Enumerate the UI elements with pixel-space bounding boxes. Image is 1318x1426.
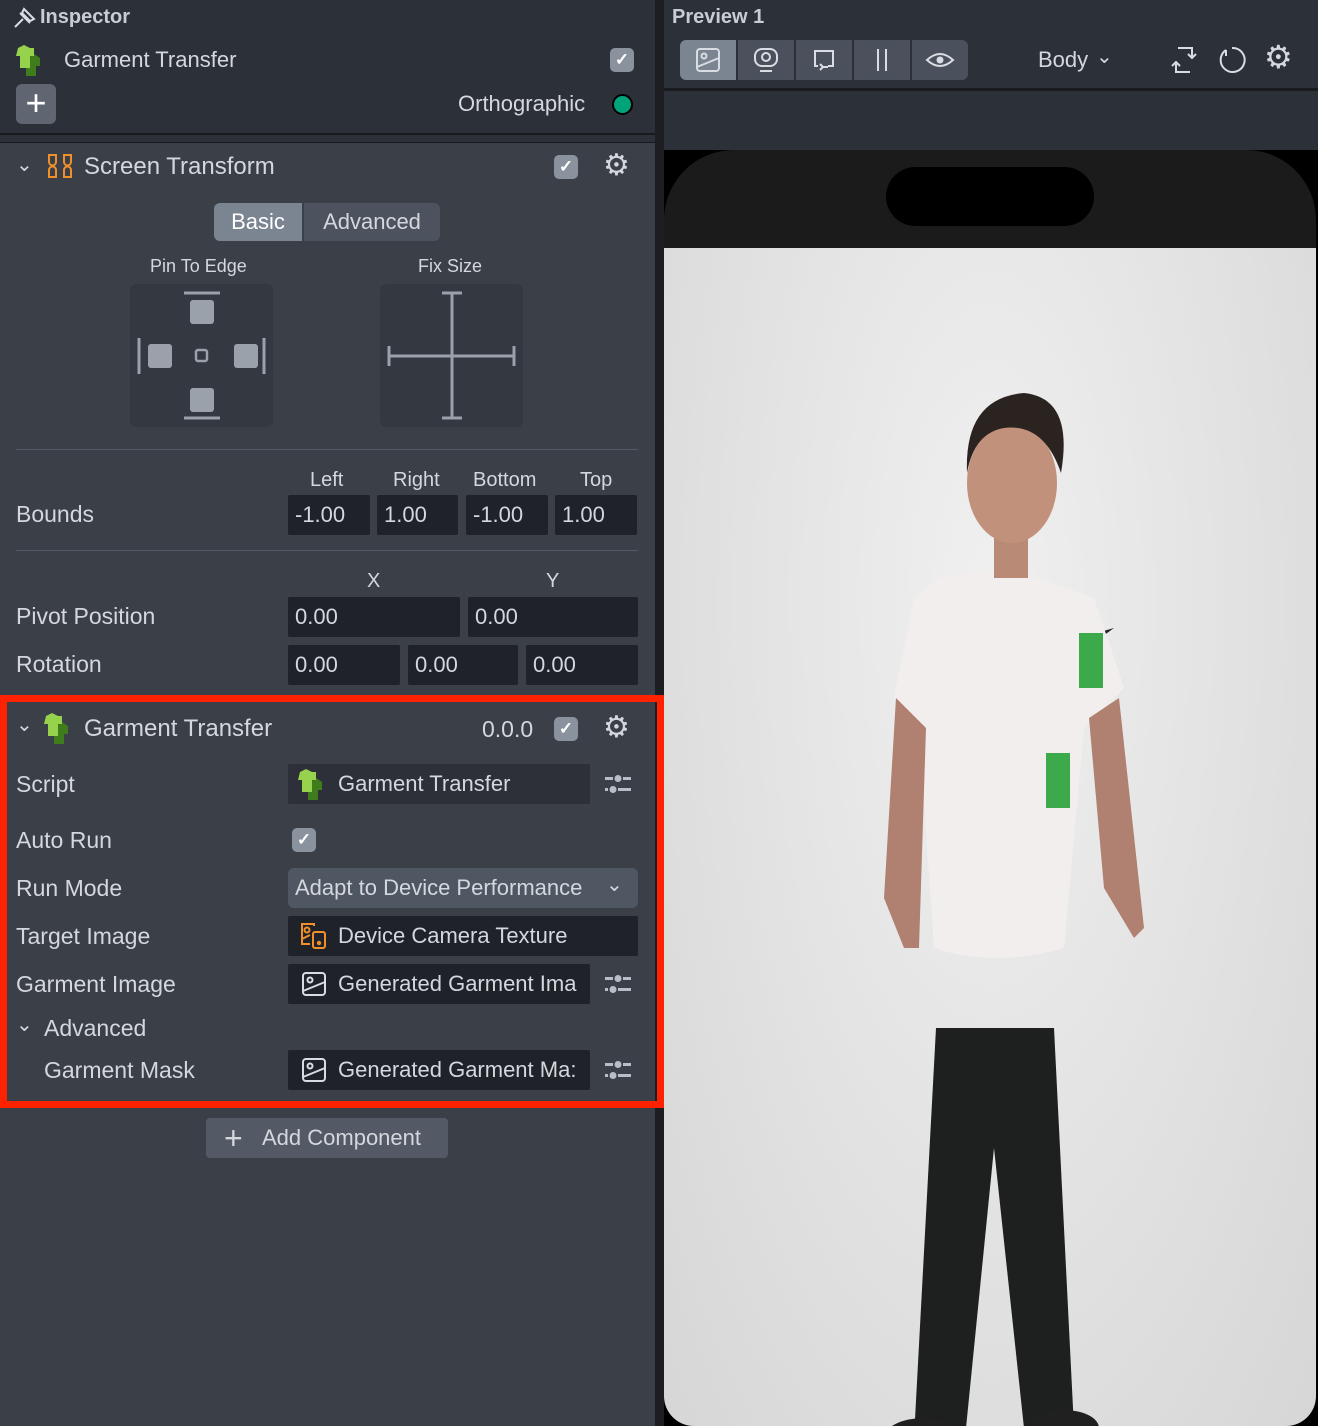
shirt-icon bbox=[16, 45, 40, 76]
garment-mask-value: Generated Garment Ma: bbox=[338, 1057, 577, 1082]
bounds-header-bottom: Bottom bbox=[473, 469, 537, 491]
garment-mask-field[interactable]: Generated Garment Ma: bbox=[288, 1050, 590, 1090]
script-label: Script bbox=[16, 771, 75, 797]
bounds-header-top: Top bbox=[580, 469, 613, 491]
camera-type-label: Orthographic bbox=[458, 91, 586, 116]
tab-advanced[interactable]: Advanced bbox=[304, 203, 440, 241]
sliders-icon[interactable] bbox=[605, 973, 631, 995]
swap-camera-icon[interactable] bbox=[1168, 44, 1200, 76]
webcam-button[interactable] bbox=[738, 40, 794, 80]
inspector-panel: Inspector Garment Transfer ✓ + Orthograp… bbox=[0, 0, 664, 1426]
auto-run-label: Auto Run bbox=[16, 827, 112, 853]
bounds-top-input[interactable]: 1.00 bbox=[555, 495, 637, 535]
add-component-label: Add Component bbox=[262, 1125, 421, 1150]
device-camera-icon bbox=[301, 923, 326, 949]
restart-icon[interactable] bbox=[1216, 44, 1248, 76]
divider bbox=[16, 449, 638, 450]
chevron-down-icon: ⌄ bbox=[1096, 46, 1113, 68]
gear-icon[interactable]: ⚙ bbox=[603, 710, 630, 745]
image-icon bbox=[696, 48, 720, 72]
bounds-label: Bounds bbox=[16, 501, 95, 527]
visibility-button[interactable] bbox=[912, 40, 968, 80]
rotation-z-input[interactable]: 0.00 bbox=[526, 645, 638, 685]
camera-status-dot bbox=[612, 94, 633, 115]
gear-icon[interactable]: ⚙ bbox=[603, 148, 630, 183]
device-frame bbox=[664, 150, 1318, 1426]
script-field[interactable]: Garment Transfer bbox=[288, 764, 590, 804]
script-value: Garment Transfer bbox=[338, 771, 511, 796]
plus-icon: + bbox=[224, 1120, 243, 1156]
preview-title: Preview 1 bbox=[672, 6, 765, 28]
add-button[interactable]: + bbox=[16, 84, 56, 124]
auto-run-checkbox[interactable]: ✓ bbox=[292, 828, 316, 852]
dynamic-island bbox=[886, 167, 1094, 226]
pause-button[interactable] bbox=[854, 40, 910, 80]
preview-panel: Preview 1 Body ⌄ ⚙ bbox=[664, 0, 1318, 1426]
collapse-chevron-icon[interactable]: ⌄ bbox=[16, 1012, 33, 1037]
pin-to-edge-label: Pin To Edge bbox=[150, 256, 247, 276]
image-icon bbox=[302, 972, 326, 996]
pivot-header-x: X bbox=[367, 570, 381, 592]
divider bbox=[0, 133, 655, 143]
garment-image-field[interactable]: Generated Garment Ima bbox=[288, 964, 590, 1004]
gear-icon[interactable]: ⚙ bbox=[1264, 38, 1293, 76]
screen-transform-title: Screen Transform bbox=[84, 153, 275, 180]
pin-to-edge-widget[interactable] bbox=[130, 284, 273, 427]
tab-basic[interactable]: Basic bbox=[214, 203, 302, 241]
object-enabled-checkbox[interactable]: ✓ bbox=[610, 48, 634, 72]
pin-icon[interactable] bbox=[12, 5, 38, 29]
bounds-bottom-input[interactable]: -1.00 bbox=[466, 495, 548, 535]
collapse-chevron-icon[interactable]: ⌄ bbox=[16, 712, 33, 737]
bounds-header-right: Right bbox=[393, 469, 440, 491]
rotation-y-input[interactable]: 0.00 bbox=[408, 645, 518, 685]
run-mode-value: Adapt to Device Performance bbox=[295, 875, 583, 900]
tracking-mode-dropdown[interactable]: Body bbox=[1038, 47, 1088, 73]
run-mode-label: Run Mode bbox=[16, 875, 123, 901]
rotation-x-input[interactable]: 0.00 bbox=[288, 645, 400, 685]
garment-component-checkbox[interactable]: ✓ bbox=[554, 717, 578, 741]
bounds-header-left: Left bbox=[310, 469, 344, 491]
bounds-right-input[interactable]: 1.00 bbox=[377, 495, 458, 535]
garment-component-title: Garment Transfer bbox=[84, 715, 273, 742]
divider bbox=[16, 550, 638, 551]
target-image-field[interactable]: Device Camera Texture bbox=[288, 916, 638, 956]
rotation-label: Rotation bbox=[16, 651, 102, 677]
fix-size-widget[interactable] bbox=[380, 284, 523, 427]
sliders-icon[interactable] bbox=[605, 1059, 631, 1081]
target-image-value: Device Camera Texture bbox=[338, 923, 568, 948]
collapse-chevron-icon[interactable]: ⌄ bbox=[16, 152, 33, 177]
pause-icon bbox=[877, 49, 887, 71]
pivot-x-input[interactable]: 0.00 bbox=[288, 597, 460, 637]
run-mode-dropdown[interactable]: Adapt to Device Performance bbox=[288, 868, 638, 908]
chevron-down-icon: ⌄ bbox=[606, 874, 623, 896]
sliders-icon[interactable] bbox=[605, 773, 631, 795]
eye-icon bbox=[925, 53, 955, 67]
person-figure bbox=[884, 393, 1144, 1426]
screen-transform-icon bbox=[48, 154, 72, 178]
inspector-header: Inspector Garment Transfer ✓ + Orthograp… bbox=[0, 0, 655, 133]
bounds-left-input[interactable]: -1.00 bbox=[288, 495, 370, 535]
garment-image-value: Generated Garment Ima bbox=[338, 971, 577, 996]
camera-preview-image bbox=[664, 248, 1316, 1426]
shirt-icon bbox=[44, 713, 68, 744]
object-name[interactable]: Garment Transfer bbox=[64, 47, 236, 73]
pivot-header-y: Y bbox=[546, 570, 560, 592]
divider bbox=[664, 88, 1318, 91]
pivot-y-input[interactable]: 0.00 bbox=[468, 597, 638, 637]
image-mode-button[interactable] bbox=[680, 40, 736, 80]
shirt-icon bbox=[298, 769, 322, 800]
garment-image-label: Garment Image bbox=[16, 971, 176, 997]
target-image-label: Target Image bbox=[16, 923, 151, 949]
rotate-device-icon bbox=[814, 50, 834, 71]
fix-size-label: Fix Size bbox=[418, 256, 483, 276]
rotate-view-button[interactable] bbox=[796, 40, 852, 80]
image-icon bbox=[302, 1058, 326, 1082]
advanced-section-label[interactable]: Advanced bbox=[44, 1015, 146, 1042]
component-version: 0.0.0 bbox=[482, 716, 534, 742]
pivot-label: Pivot Position bbox=[16, 603, 156, 629]
inspector-title: Inspector bbox=[40, 6, 131, 28]
garment-mask-label: Garment Mask bbox=[44, 1057, 195, 1083]
screen-transform-checkbox[interactable]: ✓ bbox=[554, 155, 578, 179]
webcam-icon bbox=[754, 48, 778, 72]
